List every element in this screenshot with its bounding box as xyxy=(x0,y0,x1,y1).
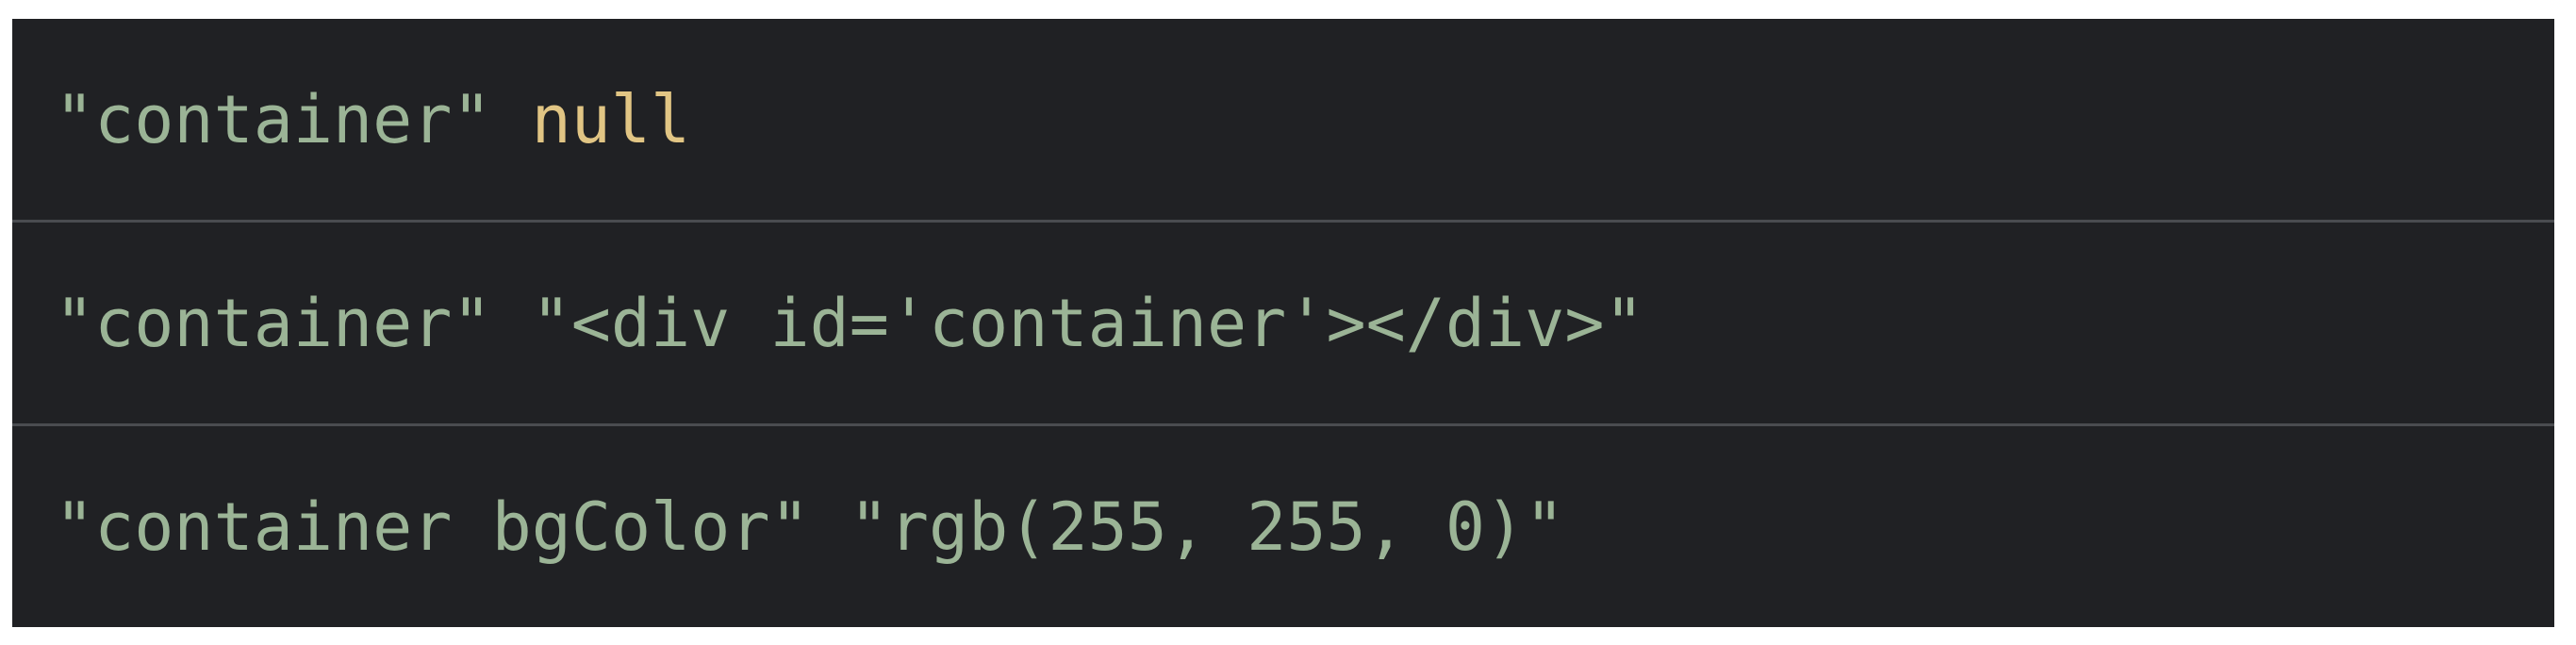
console-output-panel: "container" null "container" "<div id='con… xyxy=(12,19,2554,627)
console-log-row: "container" null xyxy=(12,19,2554,220)
log-value-null: null xyxy=(531,80,691,158)
log-value-string: "<div id='container'></div>" xyxy=(531,284,1644,362)
log-label: "container" xyxy=(55,80,492,158)
console-log-row: "container" "<div id='container'></div>" xyxy=(12,223,2554,423)
console-log-row: "container bgColor" "rgb(255, 255, 0)" xyxy=(12,426,2554,627)
log-label: "container" xyxy=(55,284,492,362)
log-label: "container bgColor" xyxy=(55,488,810,566)
log-value-string: "rgb(255, 255, 0)" xyxy=(849,488,1565,566)
